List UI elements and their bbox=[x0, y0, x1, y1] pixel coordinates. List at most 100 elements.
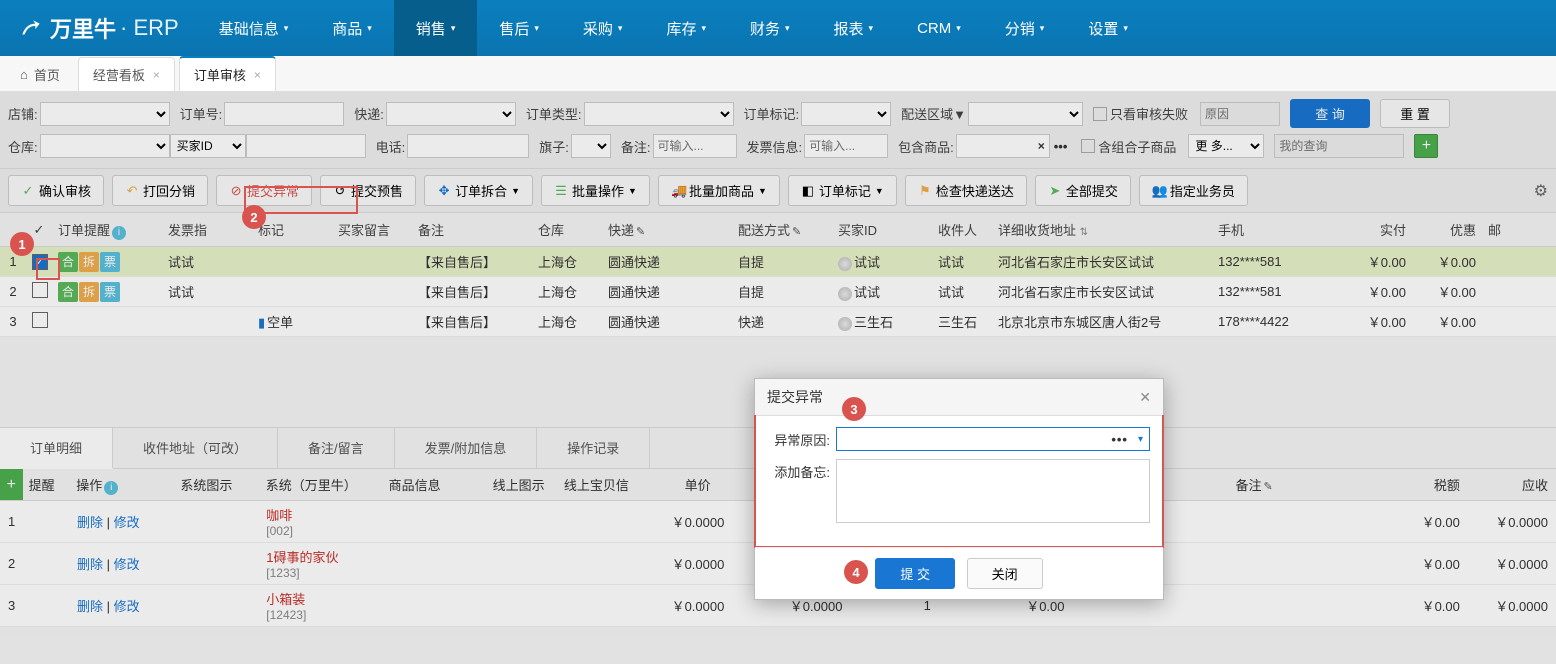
submit-abnormal-button[interactable]: ⊘提交异常 bbox=[216, 175, 312, 206]
more-select[interactable]: 更 多... bbox=[1188, 134, 1264, 158]
table-row[interactable]: 2合拆票试试【来自售后】上海仓圆通快递自提试试试试河北省石家庄市长安区试试132… bbox=[0, 277, 1556, 307]
info-icon: i bbox=[112, 226, 126, 240]
ordermark-select[interactable] bbox=[801, 102, 891, 126]
abnormal-dialog: 提交异常 ✕ 异常原因: ••• ▾ 添加备忘: 提 交 关闭 bbox=[754, 378, 1164, 600]
buyerid-type-select[interactable]: 买家ID bbox=[170, 134, 246, 158]
nav-item-6[interactable]: 财务▾ bbox=[728, 0, 812, 56]
toolbar: ✓确认审核 ↶打回分销 ⊘提交异常 ↺提交预售 ✥订单拆合 ▼ ☰批量操作 ▼ … bbox=[0, 169, 1556, 213]
pencil-icon[interactable]: ✎ bbox=[792, 226, 801, 238]
buyerid-input[interactable] bbox=[246, 134, 366, 158]
top-nav: 万里牛· ERP 基础信息▾商品▾销售▾售后▾采购▾库存▾财务▾报表▾CRM▾分… bbox=[0, 0, 1556, 56]
logo-icon bbox=[18, 15, 44, 41]
row-checkbox[interactable] bbox=[26, 278, 52, 305]
order-table: ✓ 订单提醒i 发票指 标记 买家留言 备注 仓库 快递✎ 配送方式✎ 买家ID… bbox=[0, 213, 1556, 337]
contain-input[interactable]: × bbox=[956, 134, 1050, 158]
order-mark-button[interactable]: ◧订单标记 ▼ bbox=[788, 175, 897, 206]
nav-item-3[interactable]: 售后▾ bbox=[477, 0, 561, 56]
undo-icon: ↺ bbox=[333, 183, 347, 199]
close-button[interactable]: 关闭 bbox=[967, 558, 1043, 589]
delete-link[interactable]: 删除 bbox=[77, 515, 103, 530]
table-row[interactable]: 1✓合拆票试试【来自售后】上海仓圆通快递自提试试试试河北省石家庄市长安区试试13… bbox=[0, 247, 1556, 277]
gear-icon[interactable]: ⚙ bbox=[1534, 181, 1548, 201]
note-input[interactable] bbox=[653, 134, 737, 158]
table-row[interactable]: 3▮空单【来自售后】上海仓圆通快递快递三生石三生石北京北京市东城区唐人街2号17… bbox=[0, 307, 1556, 337]
warehouse-select[interactable] bbox=[40, 134, 170, 158]
tab-order-detail[interactable]: 订单明细 bbox=[0, 428, 113, 469]
reason-input[interactable] bbox=[1200, 102, 1280, 126]
app-logo: 万里牛· ERP bbox=[0, 0, 197, 56]
bookmark-icon: ◧ bbox=[801, 183, 815, 199]
annotation-marker-3: 3 bbox=[842, 397, 866, 421]
delivarea-select[interactable] bbox=[968, 102, 1083, 126]
row-checkbox[interactable] bbox=[26, 308, 52, 335]
batch-add-goods-button[interactable]: 🚚批量加商品 ▼ bbox=[658, 175, 780, 206]
delete-link[interactable]: 删除 bbox=[77, 557, 103, 572]
delete-link[interactable]: 删除 bbox=[77, 599, 103, 614]
reason-combobox[interactable]: ••• ▾ bbox=[836, 427, 1150, 451]
orderno-input[interactable] bbox=[224, 102, 344, 126]
memo-label: 添加备忘: bbox=[768, 459, 836, 526]
nav-item-0[interactable]: 基础信息▾ bbox=[197, 0, 311, 56]
tab-note[interactable]: 备注/留言 bbox=[278, 428, 395, 468]
auditfail-checkbox[interactable] bbox=[1093, 107, 1107, 121]
close-icon[interactable]: × bbox=[254, 68, 261, 82]
tab-order-audit[interactable]: 订单审核× bbox=[179, 56, 276, 91]
modify-link[interactable]: 修改 bbox=[114, 599, 140, 614]
home-icon: ⌂ bbox=[20, 67, 28, 82]
tab-invoice[interactable]: 发票/附加信息 bbox=[395, 428, 538, 468]
tab-oplog[interactable]: 操作记录 bbox=[537, 428, 650, 468]
modify-link[interactable]: 修改 bbox=[114, 515, 140, 530]
nav-item-4[interactable]: 采购▾ bbox=[561, 0, 645, 56]
tab-dashboard[interactable]: 经营看板× bbox=[78, 57, 175, 91]
move-icon: ✥ bbox=[437, 183, 451, 199]
ordertype-select[interactable] bbox=[584, 102, 734, 126]
split-order-button[interactable]: ✥订单拆合 ▼ bbox=[424, 175, 533, 206]
annotation-marker-4: 4 bbox=[844, 560, 868, 584]
submit-button[interactable]: 提 交 bbox=[875, 558, 955, 589]
batch-button[interactable]: ☰批量操作 ▼ bbox=[541, 175, 650, 206]
return-button[interactable]: ↶打回分销 bbox=[112, 175, 208, 206]
dialog-title: 提交异常 bbox=[767, 387, 823, 407]
pencil-icon[interactable]: ✎ bbox=[636, 226, 645, 238]
myquery-input[interactable] bbox=[1274, 134, 1404, 158]
modify-link[interactable]: 修改 bbox=[114, 557, 140, 572]
submit-all-button[interactable]: ➤全部提交 bbox=[1035, 175, 1131, 206]
info-icon: i bbox=[104, 481, 118, 495]
reset-button[interactable]: 重 置 bbox=[1380, 99, 1450, 128]
list-icon: ☰ bbox=[554, 183, 568, 199]
annotation-marker-2: 2 bbox=[242, 205, 266, 229]
invoice-input[interactable] bbox=[804, 134, 888, 158]
annotation-marker-1: 1 bbox=[10, 232, 34, 256]
check-express-button[interactable]: ⚑检查快递送达 bbox=[905, 175, 1027, 206]
more-icon[interactable]: ••• bbox=[1107, 432, 1132, 447]
query-button[interactable]: 查 询 bbox=[1290, 99, 1370, 128]
confirm-audit-button[interactable]: ✓确认审核 bbox=[8, 175, 104, 206]
pencil-icon[interactable]: ✎ bbox=[1263, 481, 1272, 493]
tab-recv-addr[interactable]: 收件地址（可改） bbox=[113, 428, 278, 468]
flag-select[interactable] bbox=[571, 134, 611, 158]
nav-item-2[interactable]: 销售▾ bbox=[394, 0, 478, 56]
tab-home[interactable]: ⌂ 首页 bbox=[6, 58, 74, 91]
close-icon[interactable]: ✕ bbox=[1139, 389, 1151, 406]
memo-textarea[interactable] bbox=[836, 459, 1150, 523]
nav-item-8[interactable]: CRM▾ bbox=[895, 0, 983, 56]
phone-input[interactable] bbox=[407, 134, 529, 158]
assign-salesman-button[interactable]: 👥指定业务员 bbox=[1139, 175, 1248, 206]
add-row-button[interactable]: + bbox=[0, 469, 23, 500]
reason-label: 异常原因: bbox=[768, 427, 836, 451]
nav-item-5[interactable]: 库存▾ bbox=[644, 0, 728, 56]
add-query-button[interactable]: + bbox=[1414, 134, 1438, 158]
express-select[interactable] bbox=[386, 102, 516, 126]
check-icon: ✓ bbox=[21, 183, 35, 199]
chevron-down-icon[interactable]: ▾ bbox=[1132, 434, 1149, 445]
shop-select[interactable] bbox=[40, 102, 170, 126]
nav-item-10[interactable]: 设置▾ bbox=[1066, 0, 1150, 56]
submit-presale-button[interactable]: ↺提交预售 bbox=[320, 175, 416, 206]
nav-item-7[interactable]: 报表▾ bbox=[812, 0, 896, 56]
close-icon[interactable]: × bbox=[153, 68, 160, 82]
nav-item-9[interactable]: 分销▾ bbox=[983, 0, 1067, 56]
nav-item-1[interactable]: 商品▾ bbox=[310, 0, 394, 56]
filter-panel: 店铺: 订单号: 快递: 订单类型: 订单标记: 配送区域▼ 只看审核失败 查 … bbox=[0, 92, 1556, 169]
combine-checkbox[interactable] bbox=[1081, 139, 1095, 153]
back-icon: ↶ bbox=[125, 183, 139, 199]
